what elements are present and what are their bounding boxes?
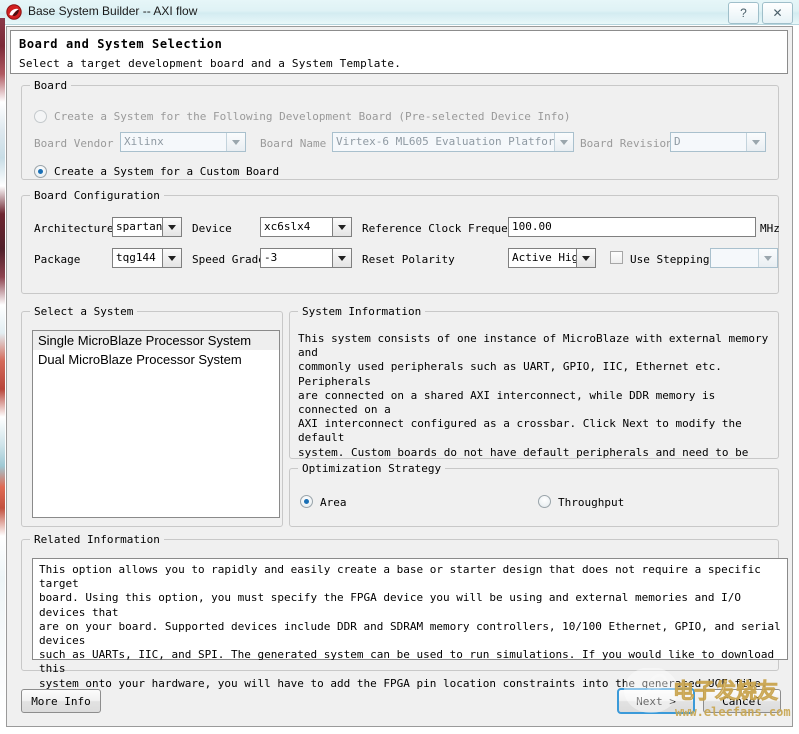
chevron-down-icon bbox=[554, 133, 573, 151]
cancel-label: Cancel bbox=[722, 694, 762, 708]
architecture-combo[interactable]: spartan6 bbox=[112, 217, 182, 237]
chevron-down-icon bbox=[162, 249, 181, 267]
cancel-button[interactable]: Cancel bbox=[703, 689, 781, 713]
board-vendor-value: Xilinx bbox=[124, 135, 164, 148]
board-group: Board Create a System for the Following … bbox=[21, 79, 779, 180]
board-vendor-combo[interactable]: Xilinx bbox=[120, 132, 246, 152]
chevron-down-icon bbox=[746, 133, 765, 151]
more-info-label: More Info bbox=[31, 694, 91, 708]
desktop-background-edge bbox=[0, 18, 5, 718]
related-information-group: Related Information This option allows y… bbox=[21, 533, 788, 690]
select-system-group: Select a System Single MicroBlaze Proces… bbox=[21, 305, 283, 527]
reference-clock-unit: MHz bbox=[760, 222, 780, 235]
board-revision-label: Board Revision bbox=[580, 137, 673, 150]
board-revision-value: D bbox=[674, 135, 681, 148]
board-revision-combo[interactable]: D bbox=[670, 132, 766, 152]
close-button[interactable]: ✕ bbox=[762, 2, 793, 24]
board-vendor-label: Board Vendor bbox=[34, 137, 114, 150]
architecture-label: Architecture bbox=[34, 222, 114, 235]
package-combo[interactable]: tqg144 bbox=[112, 248, 182, 268]
list-item[interactable]: Dual MicroBlaze Processor System bbox=[33, 350, 279, 369]
board-name-label: Board Name bbox=[260, 137, 327, 150]
use-stepping-label: Use Stepping bbox=[630, 253, 710, 266]
header-panel: Board and System Selection Select a targ… bbox=[10, 30, 788, 74]
list-item[interactable]: Single MicroBlaze Processor System bbox=[33, 331, 279, 350]
related-information-text: This option allows you to rapidly and ea… bbox=[32, 558, 788, 690]
device-combo[interactable]: xc6slx4 bbox=[260, 217, 352, 237]
next-button[interactable]: Next > bbox=[617, 688, 695, 714]
page-title: Board and System Selection bbox=[19, 37, 223, 51]
device-value: xc6slx4 bbox=[264, 220, 311, 233]
architecture-value: spartan6 bbox=[116, 220, 162, 233]
stepping-combo[interactable] bbox=[710, 248, 778, 268]
close-icon: ✕ bbox=[772, 6, 783, 20]
reset-polarity-value: Active High bbox=[512, 251, 576, 264]
radio-throughput-label: Throughput bbox=[558, 496, 625, 509]
window-titlebar: Base System Builder -- AXI flow ? ✕ bbox=[0, 0, 799, 25]
system-list[interactable]: Single MicroBlaze Processor System Dual … bbox=[32, 330, 280, 518]
chevron-down-icon bbox=[332, 218, 351, 236]
stepping-value bbox=[711, 249, 758, 267]
use-stepping-checkbox[interactable] bbox=[610, 251, 623, 264]
chevron-down-icon bbox=[576, 249, 595, 267]
board-group-legend: Board bbox=[30, 79, 72, 92]
chevron-down-icon bbox=[332, 249, 351, 267]
chevron-down-icon bbox=[758, 249, 777, 267]
more-info-button[interactable]: More Info bbox=[21, 689, 101, 713]
chevron-down-icon bbox=[162, 218, 181, 236]
help-button[interactable]: ? bbox=[728, 2, 759, 24]
radio-throughput[interactable] bbox=[538, 495, 551, 508]
dialog-body: Board and System Selection Select a targ… bbox=[6, 26, 793, 727]
system-information-group: System Information This system consists … bbox=[289, 305, 779, 515]
board-configuration-group: Board Configuration Architecture spartan… bbox=[21, 189, 780, 294]
optimization-strategy-group: Optimization Strategy Area Throughput bbox=[289, 462, 779, 527]
chevron-down-icon bbox=[226, 133, 245, 151]
reference-clock-input[interactable]: 100.00 bbox=[508, 217, 756, 237]
radio-custom-board[interactable] bbox=[34, 165, 47, 178]
speed-grade-combo[interactable]: -3 bbox=[260, 248, 352, 268]
radio-area-label: Area bbox=[320, 496, 347, 509]
optimization-strategy-legend: Optimization Strategy bbox=[298, 462, 446, 475]
board-name-combo[interactable]: Virtex-6 ML605 Evaluation Platform bbox=[332, 132, 574, 152]
help-icon: ? bbox=[740, 6, 747, 20]
system-information-legend: System Information bbox=[298, 305, 426, 318]
package-label: Package bbox=[34, 253, 81, 266]
window-title: Base System Builder -- AXI flow bbox=[28, 4, 198, 18]
related-information-legend: Related Information bbox=[30, 533, 164, 546]
app-icon bbox=[6, 4, 22, 20]
board-configuration-legend: Board Configuration bbox=[30, 189, 164, 202]
speed-grade-value: -3 bbox=[264, 251, 278, 264]
reset-polarity-label: Reset Polarity bbox=[362, 253, 455, 266]
package-value: tqg144 bbox=[116, 251, 156, 264]
radio-area[interactable] bbox=[300, 495, 313, 508]
radio-dev-board-label: Create a System for the Following Develo… bbox=[54, 110, 571, 123]
page-subtitle: Select a target development board and a … bbox=[19, 57, 402, 70]
reset-polarity-combo[interactable]: Active High bbox=[508, 248, 596, 268]
speed-grade-label: Speed Grade bbox=[192, 253, 265, 266]
next-label: Next > bbox=[636, 694, 676, 708]
board-name-value: Virtex-6 ML605 Evaluation Platform bbox=[336, 135, 554, 148]
select-system-legend: Select a System bbox=[30, 305, 138, 318]
device-label: Device bbox=[192, 222, 232, 235]
radio-dev-board[interactable] bbox=[34, 110, 47, 123]
radio-custom-board-label: Create a System for a Custom Board bbox=[54, 165, 280, 178]
reference-clock-label: Reference Clock Frequency bbox=[362, 222, 528, 235]
